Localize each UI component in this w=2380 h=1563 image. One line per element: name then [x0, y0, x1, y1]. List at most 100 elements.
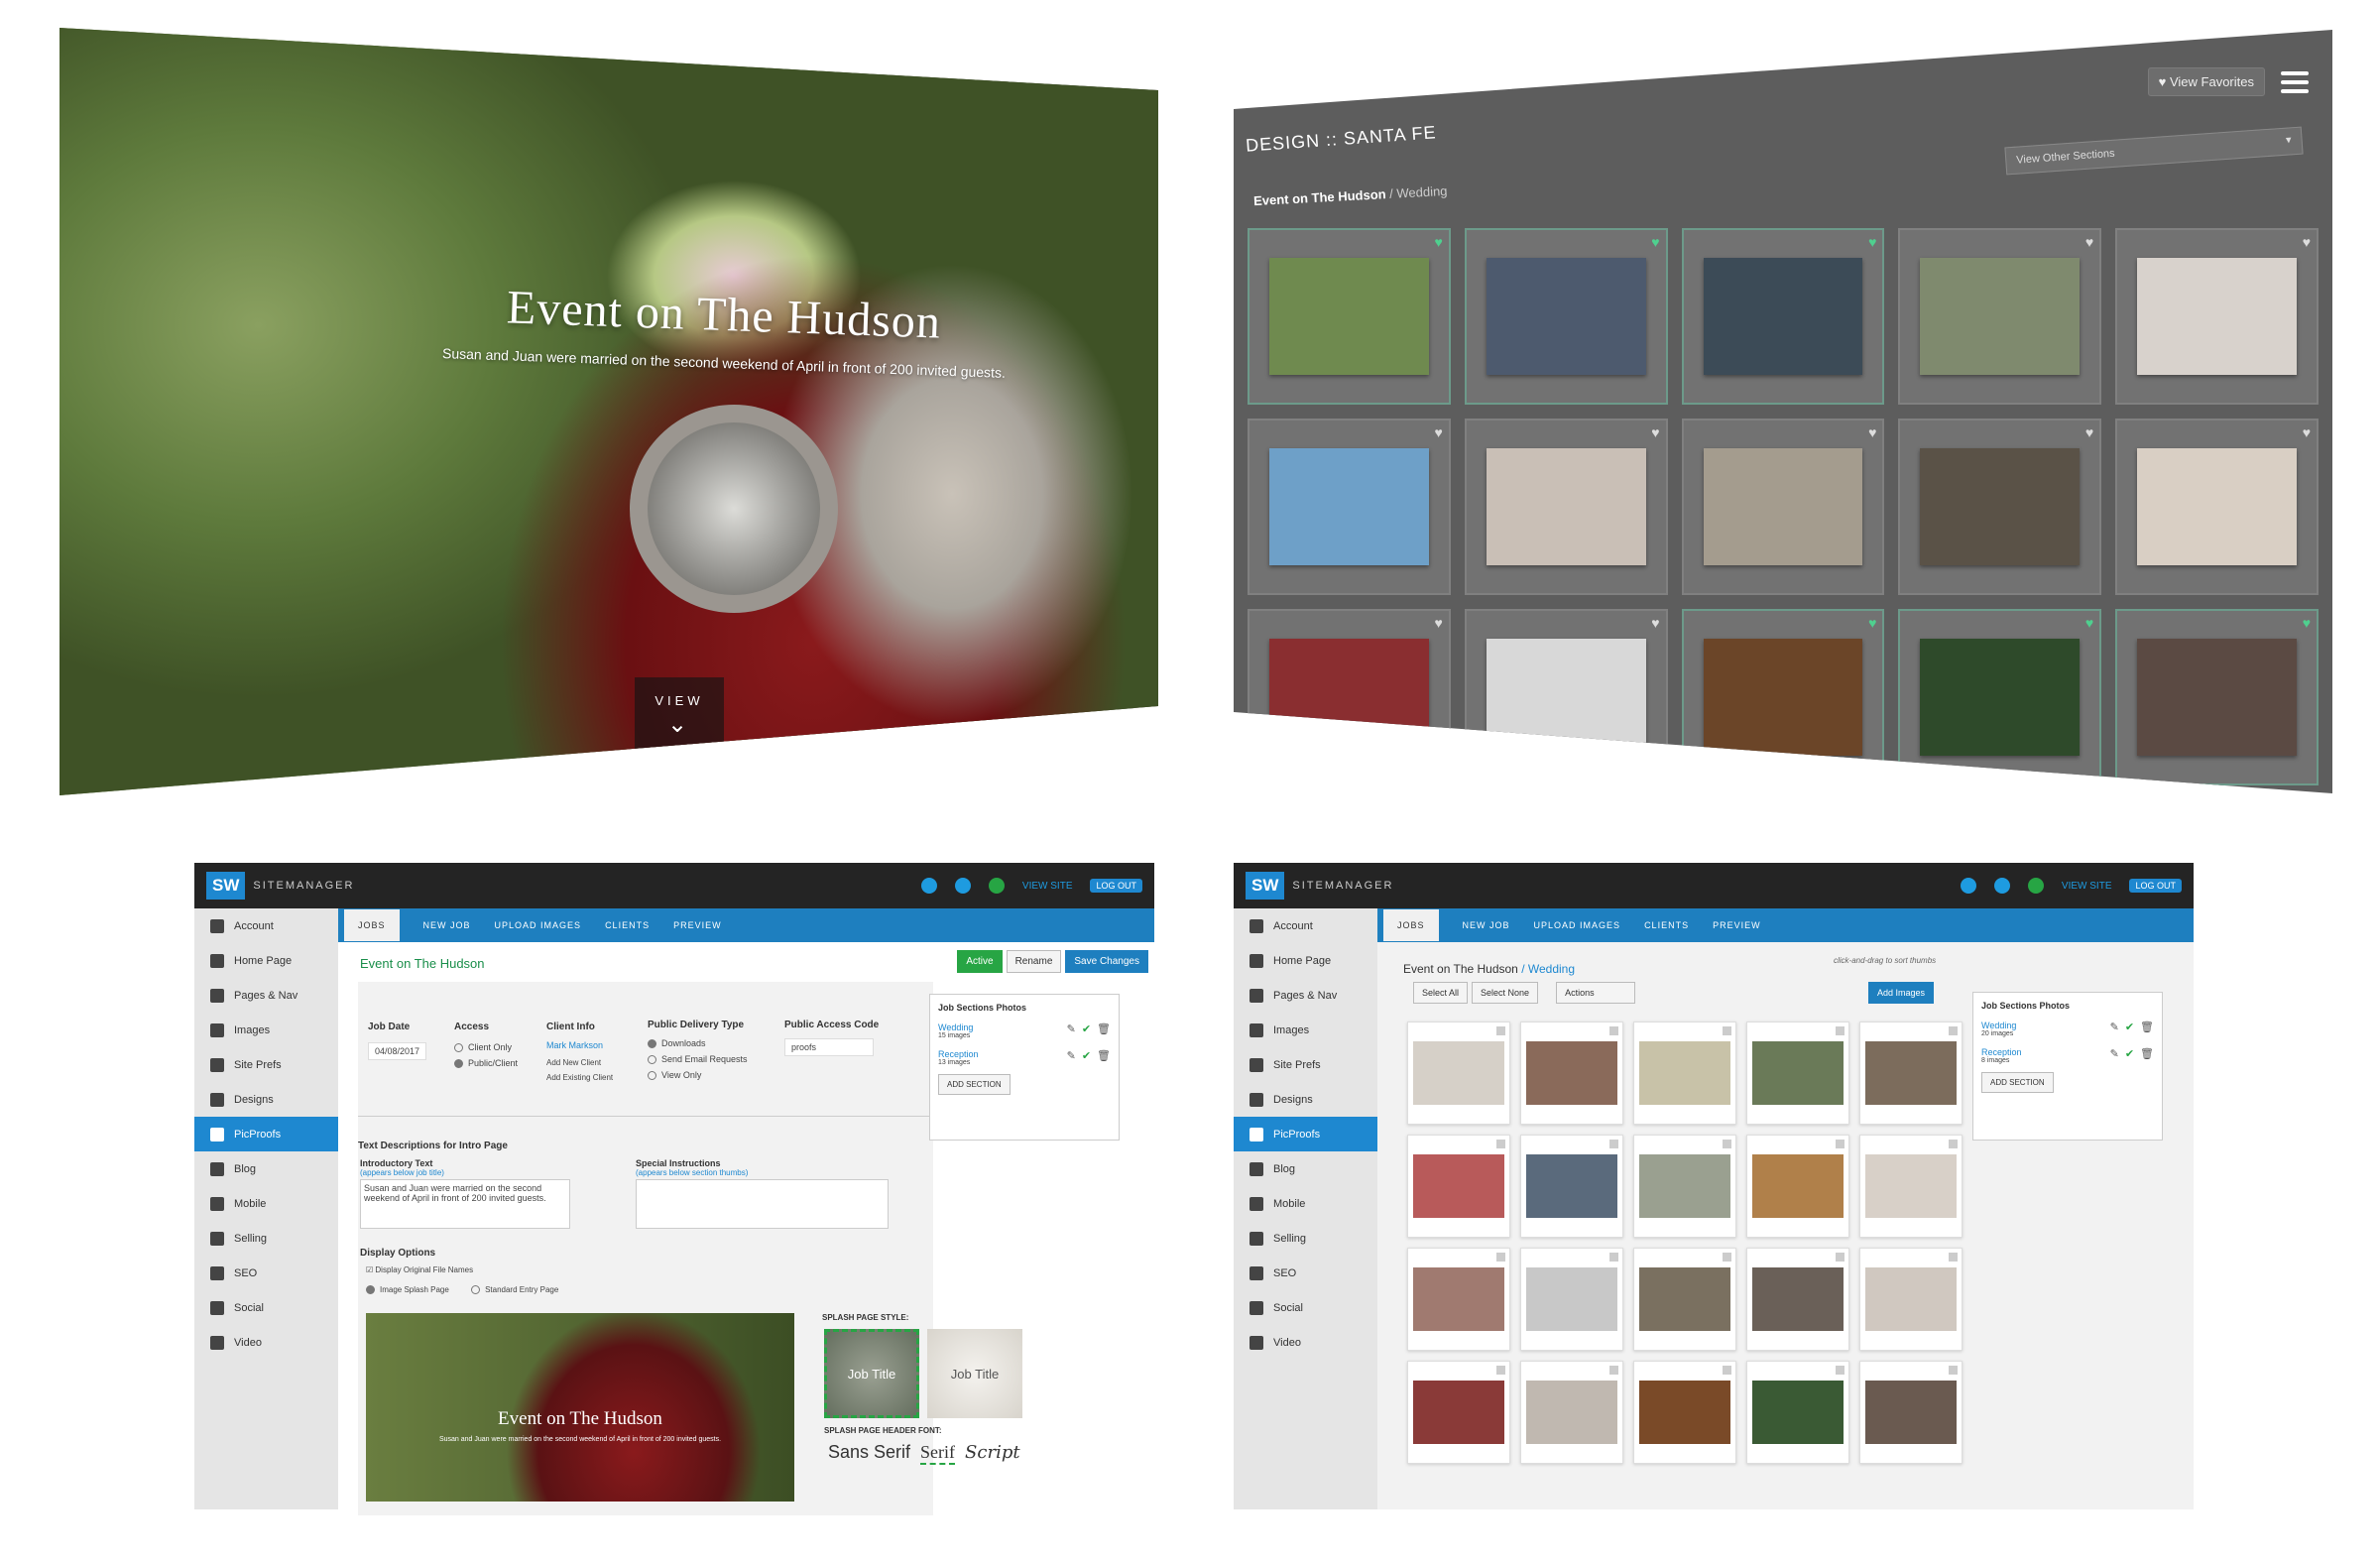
sidebar-item-pages-nav[interactable]: Pages & Nav [1234, 978, 1377, 1013]
check-icon[interactable]: ✔ [2125, 1047, 2134, 1064]
trash-icon[interactable]: 🗑 [2140, 1021, 2154, 1037]
select-checkbox[interactable] [1723, 1140, 1731, 1148]
gallery-photo[interactable]: ♥ [1464, 228, 1668, 405]
sidebar-item-home-page[interactable]: Home Page [194, 943, 338, 978]
sidebar-item-account[interactable]: Account [1234, 908, 1377, 943]
select-all-button[interactable]: Select All [1413, 982, 1469, 1004]
sidebar-item-home-page[interactable]: Home Page [1234, 943, 1377, 978]
select-checkbox[interactable] [1496, 1366, 1505, 1375]
heart-icon[interactable]: ♥ [1434, 424, 1442, 440]
sidebar-item-designs[interactable]: Designs [1234, 1082, 1377, 1117]
gallery-photo[interactable]: ♥ [1898, 419, 2102, 595]
select-checkbox[interactable] [1609, 1253, 1618, 1262]
section-name-link[interactable]: Reception [1981, 1047, 2022, 1057]
sidebar-item-site-prefs[interactable]: Site Prefs [194, 1047, 338, 1082]
gear-icon[interactable] [1960, 878, 1976, 894]
intro-text-input[interactable]: Susan and Juan were married on the secon… [360, 1179, 570, 1229]
gallery-photo[interactable]: ♥ [1898, 228, 2102, 405]
gallery-photo[interactable]: ♥ [2115, 228, 2319, 405]
photo-thumb[interactable] [1520, 1248, 1623, 1351]
add-section-button[interactable]: ADD SECTION [1981, 1072, 2054, 1093]
heart-icon[interactable]: ♥ [2085, 234, 2093, 250]
select-checkbox[interactable] [1723, 1366, 1731, 1375]
rename-button[interactable]: Rename [1006, 950, 1062, 973]
public-client-radio[interactable]: Public/Client [454, 1058, 518, 1069]
actions-select[interactable]: Actions [1556, 982, 1636, 1004]
breadcrumb-job[interactable]: Event on The Hudson [1403, 962, 1518, 976]
check-icon[interactable]: ✔ [2125, 1021, 2134, 1037]
client-only-radio[interactable]: Client Only [454, 1042, 518, 1053]
gallery-photo[interactable]: ♥ [2115, 419, 2319, 595]
font-sans-option[interactable]: Sans Serif [828, 1442, 910, 1463]
splash-style-option-dark[interactable]: Job Title [824, 1329, 919, 1418]
heart-icon[interactable]: ♥ [1434, 234, 1442, 250]
splash-style-option-light[interactable]: Job Title [927, 1329, 1022, 1418]
sidebar-item-blog[interactable]: Blog [1234, 1151, 1377, 1186]
log-out-button[interactable]: LOG OUT [1090, 879, 1142, 893]
view-site-link[interactable]: VIEW SITE [1022, 881, 1073, 892]
log-out-button[interactable]: LOG OUT [2129, 879, 2182, 893]
gallery-photo[interactable]: ♥ [2115, 609, 2319, 785]
gallery-photo[interactable]: ♥ [1464, 419, 1668, 595]
trash-icon[interactable]: 🗑 [1097, 1049, 1111, 1066]
tab-jobs[interactable]: JOBS [1383, 909, 1439, 941]
sidebar-item-blog[interactable]: Blog [194, 1151, 338, 1186]
trash-icon[interactable]: 🗑 [2140, 1047, 2154, 1064]
job-date-field[interactable]: 04/08/2017 [368, 1042, 427, 1060]
select-checkbox[interactable] [1723, 1253, 1731, 1262]
heart-icon[interactable]: ♥ [1868, 615, 1876, 631]
user-icon[interactable] [954, 878, 971, 894]
view-button[interactable]: VIEW ⌄ [635, 677, 724, 763]
save-changes-button[interactable]: Save Changes [1065, 950, 1148, 973]
sidebar-item-mobile[interactable]: Mobile [1234, 1186, 1377, 1221]
access-code-field[interactable]: proofs [784, 1038, 874, 1056]
select-checkbox[interactable] [1496, 1140, 1505, 1148]
tab-new-job[interactable]: NEW JOB [1463, 920, 1510, 930]
select-checkbox[interactable] [1836, 1026, 1844, 1035]
heart-icon[interactable]: ♥ [2085, 615, 2093, 631]
help-icon[interactable] [988, 878, 1005, 894]
menu-icon[interactable] [2281, 70, 2309, 93]
photo-thumb[interactable] [1520, 1135, 1623, 1238]
section-name-link[interactable]: Reception [938, 1049, 979, 1059]
tab-clients[interactable]: CLIENTS [1644, 920, 1689, 930]
photo-thumb[interactable] [1859, 1135, 1963, 1238]
select-checkbox[interactable] [1496, 1026, 1505, 1035]
heart-icon[interactable]: ♥ [2303, 615, 2311, 631]
sidebar-item-account[interactable]: Account [194, 908, 338, 943]
select-none-button[interactable]: Select None [1472, 982, 1539, 1004]
sidebar-item-picproofs[interactable]: PicProofs [1234, 1117, 1377, 1151]
add-images-button[interactable]: Add Images [1868, 982, 1935, 1004]
client-name-link[interactable]: Mark Markson [546, 1040, 613, 1050]
tab-preview[interactable]: PREVIEW [673, 920, 722, 930]
check-icon[interactable]: ✔ [1082, 1022, 1091, 1039]
heart-icon[interactable]: ♥ [1651, 615, 1659, 631]
view-only-radio[interactable]: View Only [648, 1070, 748, 1081]
photo-thumb[interactable] [1407, 1022, 1510, 1125]
photo-thumb[interactable] [1746, 1135, 1849, 1238]
heart-icon[interactable]: ♥ [1868, 234, 1876, 250]
sidebar-item-social[interactable]: Social [1234, 1290, 1377, 1325]
photo-thumb[interactable] [1633, 1022, 1736, 1125]
edit-icon[interactable]: ✎ [1067, 1022, 1076, 1039]
breadcrumb-job[interactable]: Event on The Hudson [1253, 186, 1386, 208]
select-checkbox[interactable] [1949, 1253, 1958, 1262]
user-icon[interactable] [1993, 878, 2010, 894]
tab-preview[interactable]: PREVIEW [1713, 920, 1761, 930]
select-checkbox[interactable] [1949, 1366, 1958, 1375]
photo-thumb[interactable] [1520, 1361, 1623, 1464]
add-new-client-link[interactable]: Add New Client [546, 1058, 613, 1067]
add-existing-client-link[interactable]: Add Existing Client [546, 1073, 613, 1082]
special-instructions-input[interactable] [636, 1179, 889, 1229]
select-checkbox[interactable] [1723, 1026, 1731, 1035]
section-name-link[interactable]: Wedding [938, 1022, 973, 1032]
photo-thumb[interactable] [1859, 1361, 1963, 1464]
tab-jobs[interactable]: JOBS [344, 909, 400, 941]
sidebar-item-designs[interactable]: Designs [194, 1082, 338, 1117]
view-favorites-button[interactable]: ♥ View Favorites [2147, 67, 2265, 96]
photo-thumb[interactable] [1407, 1248, 1510, 1351]
heart-icon[interactable]: ♥ [2303, 234, 2311, 250]
photo-thumb[interactable] [1746, 1022, 1849, 1125]
gallery-photo[interactable]: ♥ [1248, 419, 1451, 595]
sidebar-item-seo[interactable]: SEO [194, 1256, 338, 1290]
